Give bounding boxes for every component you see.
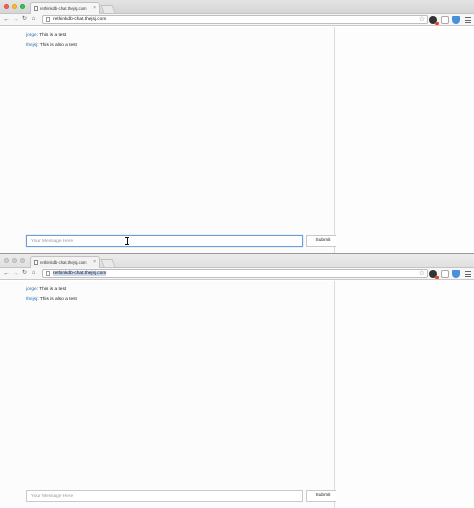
message-input[interactable] bbox=[26, 490, 303, 502]
page-icon bbox=[34, 260, 38, 265]
message-text: This is a test bbox=[38, 287, 67, 292]
forward-icon[interactable]: → bbox=[11, 269, 20, 278]
home-icon[interactable]: ⌂ bbox=[29, 15, 38, 24]
page-content: jorge: This is a test thejsj: This is al… bbox=[0, 27, 474, 254]
tab-bar: rethinkdb-chat.thejsj.com × bbox=[0, 0, 474, 14]
new-tab-button[interactable] bbox=[100, 5, 116, 13]
message-composer: Submit bbox=[26, 490, 340, 502]
list-item: thejsj: This is also a test bbox=[26, 43, 77, 48]
extension-icon[interactable] bbox=[441, 16, 449, 24]
message-list: jorge: This is a test thejsj: This is al… bbox=[26, 285, 326, 305]
browser-window-bottom: rethinkdb-chat.thejsj.com × ← → ↻ ⌂ reth… bbox=[0, 254, 474, 508]
browser-toolbar: ← → ↻ ⌂ rethinkdb-chat.thejsj.com ☆ bbox=[0, 268, 474, 280]
new-tab-button[interactable] bbox=[100, 259, 116, 267]
address-bar[interactable]: rethinkdb-chat.thejsj.com ☆ bbox=[42, 269, 428, 278]
menu-icon[interactable] bbox=[465, 16, 471, 24]
minimize-window-button[interactable] bbox=[12, 4, 17, 9]
tab-close-icon[interactable]: × bbox=[93, 260, 96, 265]
extension-icon[interactable] bbox=[429, 270, 439, 279]
reload-icon[interactable]: ↻ bbox=[20, 15, 29, 24]
bookmark-star-icon[interactable]: ☆ bbox=[419, 16, 425, 23]
chat-column: jorge: This is a test thejsj: This is al… bbox=[0, 281, 340, 508]
zoom-window-button[interactable] bbox=[20, 4, 25, 9]
reload-icon[interactable]: ↻ bbox=[20, 269, 29, 278]
message-username[interactable]: thejsj bbox=[26, 297, 37, 302]
address-bar[interactable]: rethinkdb-chat.thejsj.com ☆ bbox=[42, 15, 428, 24]
tab-close-icon[interactable]: × bbox=[93, 6, 96, 11]
list-item: jorge: This is a test bbox=[26, 33, 67, 38]
close-window-button[interactable] bbox=[4, 4, 9, 9]
minimize-window-button[interactable] bbox=[12, 258, 17, 263]
forward-icon[interactable]: → bbox=[11, 15, 20, 24]
message-text: This is also a test bbox=[38, 43, 77, 48]
url-text: rethinkdb-chat.thejsj.com bbox=[53, 17, 107, 22]
tab-title: rethinkdb-chat.thejsj.com bbox=[40, 260, 87, 265]
zoom-window-button[interactable] bbox=[20, 258, 25, 263]
list-item: jorge: This is a test bbox=[26, 287, 67, 292]
message-username[interactable]: jorge bbox=[26, 287, 37, 292]
extension-icon[interactable] bbox=[429, 16, 439, 25]
browser-window-top: rethinkdb-chat.thejsj.com × ← → ↻ ⌂ reth… bbox=[0, 0, 474, 254]
message-composer: Submit bbox=[26, 235, 340, 247]
badge-icon bbox=[435, 22, 439, 25]
page-icon bbox=[46, 271, 50, 276]
submit-button[interactable]: Submit bbox=[306, 490, 340, 502]
window-controls bbox=[4, 258, 25, 263]
browser-tab[interactable]: rethinkdb-chat.thejsj.com × bbox=[30, 2, 100, 14]
window-controls bbox=[4, 4, 25, 9]
message-list: jorge: This is a test thejsj: This is al… bbox=[26, 31, 326, 51]
back-icon[interactable]: ← bbox=[2, 15, 11, 24]
bookmark-star-icon[interactable]: ☆ bbox=[419, 270, 425, 277]
text-cursor-icon bbox=[125, 237, 129, 245]
extension-icon[interactable] bbox=[441, 270, 449, 278]
submit-button[interactable]: Submit bbox=[306, 235, 340, 247]
menu-icon[interactable] bbox=[465, 270, 471, 278]
message-username[interactable]: jorge bbox=[26, 33, 37, 38]
page-icon bbox=[34, 6, 38, 11]
message-input[interactable] bbox=[26, 235, 303, 247]
list-item: thejsj: This is also a test bbox=[26, 297, 77, 302]
chat-column: jorge: This is a test thejsj: This is al… bbox=[0, 27, 340, 254]
message-username[interactable]: thejsj bbox=[26, 43, 37, 48]
home-icon[interactable]: ⌂ bbox=[29, 269, 38, 278]
tab-title: rethinkdb-chat.thejsj.com bbox=[40, 6, 87, 11]
side-panel bbox=[336, 27, 474, 254]
url-text: rethinkdb-chat.thejsj.com bbox=[53, 271, 107, 276]
close-window-button[interactable] bbox=[4, 258, 9, 263]
side-panel bbox=[336, 281, 474, 508]
back-icon[interactable]: ← bbox=[2, 269, 11, 278]
page-icon bbox=[46, 17, 50, 22]
page-content: jorge: This is a test thejsj: This is al… bbox=[0, 281, 474, 508]
message-text: This is a test bbox=[38, 33, 67, 38]
tab-bar: rethinkdb-chat.thejsj.com × bbox=[0, 254, 474, 268]
extension-icon[interactable] bbox=[452, 16, 460, 24]
browser-tab[interactable]: rethinkdb-chat.thejsj.com × bbox=[30, 256, 100, 268]
message-text: This is also a test bbox=[38, 297, 77, 302]
extension-icon[interactable] bbox=[452, 270, 460, 278]
badge-icon bbox=[435, 276, 439, 279]
browser-toolbar: ← → ↻ ⌂ rethinkdb-chat.thejsj.com ☆ bbox=[0, 14, 474, 26]
